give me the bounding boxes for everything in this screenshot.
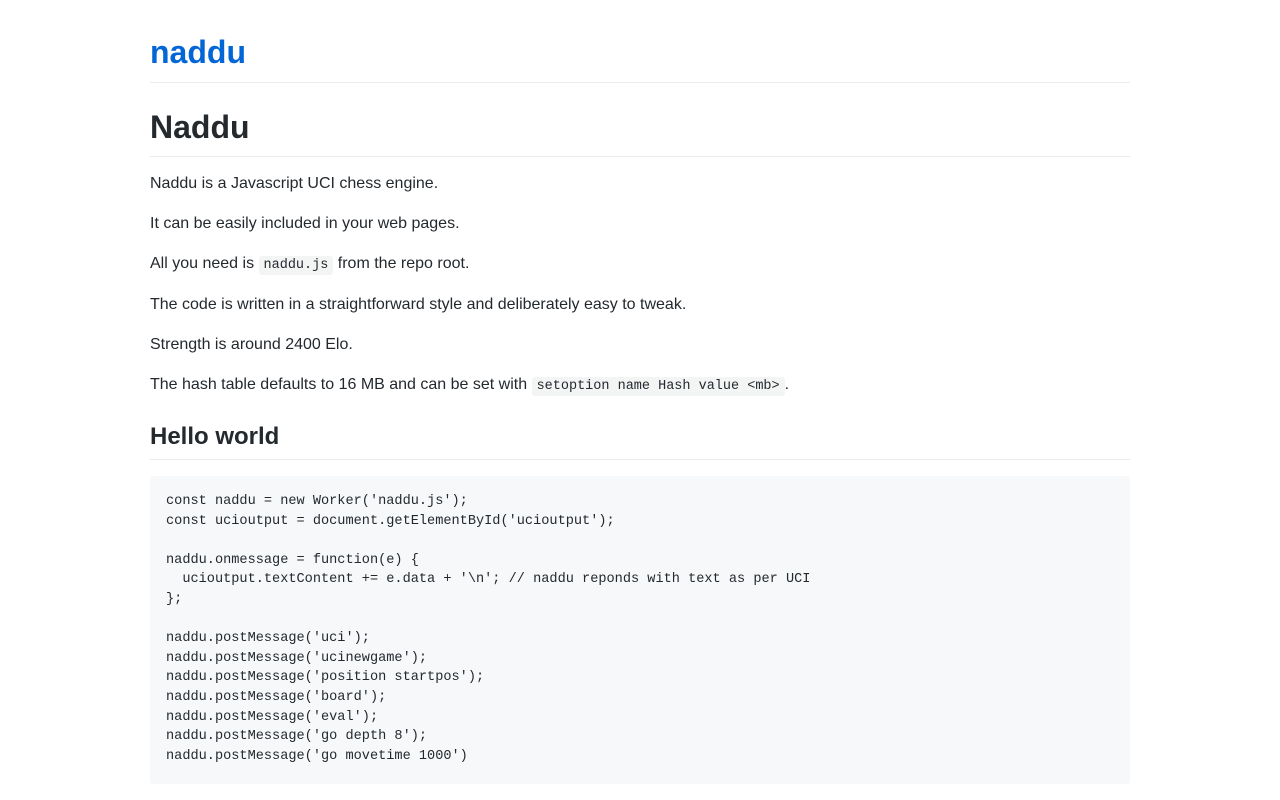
include-paragraph: It can be easily included in your web pa… (150, 215, 460, 232)
style-paragraph: The code is written in a straightforward… (150, 296, 687, 313)
requirement-paragraph: All you need is naddu.js from the repo r… (150, 252, 469, 278)
code-snippet[interactable]: const naddu = new Worker('naddu.js'); co… (166, 492, 1114, 766)
hello-world-code-block[interactable]: const naddu = new Worker('naddu.js'); co… (150, 476, 1130, 784)
section-divider (150, 459, 1130, 460)
requirement-text-after: from the repo root. (333, 255, 470, 272)
intro-paragraph: Naddu is a Javascript UCI chess engine. (150, 175, 439, 192)
requirement-text-before: All you need is (150, 255, 259, 272)
site-title-link[interactable]: naddu (150, 34, 246, 70)
hash-option-code: setoption name Hash value <mb> (531, 377, 785, 396)
hash-text-before: The hash table defaults to 16 MB and can… (150, 376, 532, 393)
header-divider (150, 82, 1130, 83)
hash-text-after: . (784, 376, 790, 393)
hash-paragraph: The hash table defaults to 16 MB and can… (150, 373, 789, 399)
title-divider (150, 156, 1130, 157)
strength-paragraph: Strength is around 2400 Elo. (150, 336, 353, 353)
file-name-code: naddu.js (258, 256, 334, 275)
hello-world-heading: Hello world (150, 423, 280, 450)
page-title: Naddu (150, 109, 250, 145)
